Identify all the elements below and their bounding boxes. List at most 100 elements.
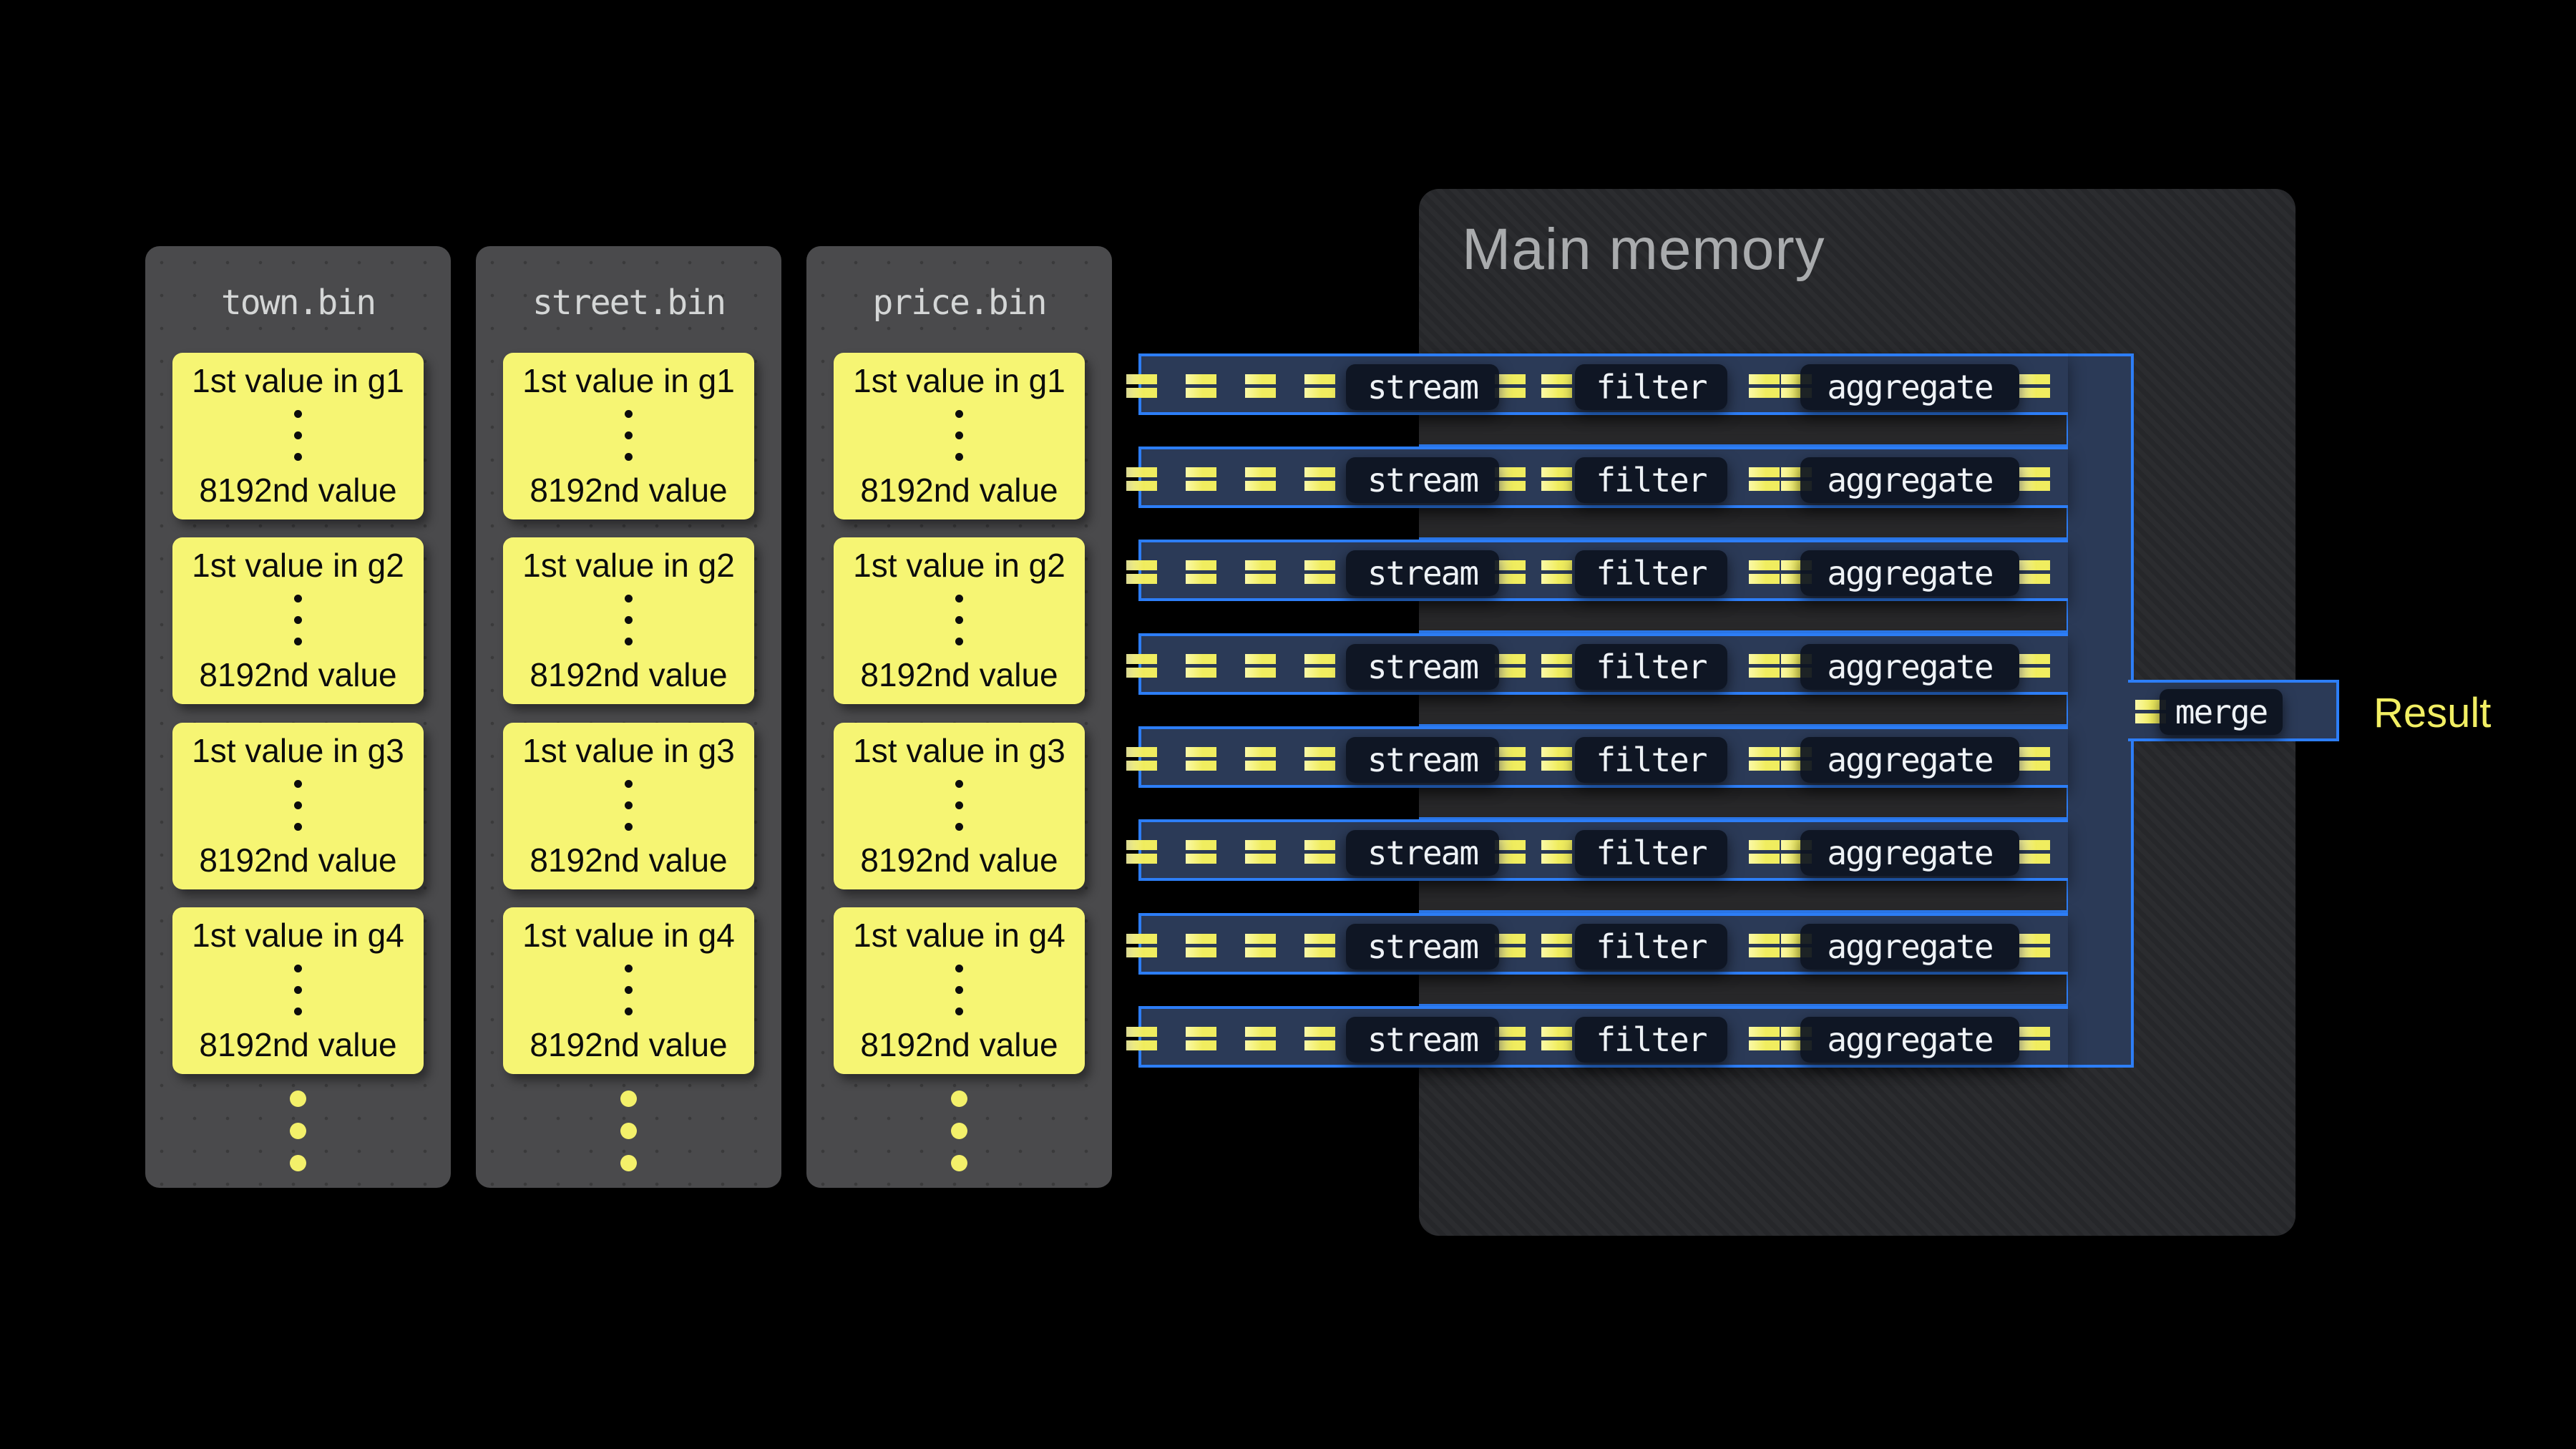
- stage-box-stream: stream: [1346, 924, 1499, 970]
- stage-box-filter: filter: [1575, 457, 1727, 503]
- chunk-buffer-strip: [1419, 692, 2069, 727]
- stage-box-stream: stream: [1346, 457, 1499, 503]
- data-flow-dashes-icon: [1245, 467, 1276, 491]
- pipeline-lane: stream filter aggregate: [1138, 726, 2068, 788]
- chunk-buffer-strip: [1419, 785, 2069, 820]
- pipeline-lane: stream filter aggregate: [1138, 447, 2068, 508]
- vertical-ellipsis-icon: [955, 965, 963, 1015]
- data-flow-dashes-icon: [2019, 840, 2050, 864]
- stage-box-stream: stream: [1346, 737, 1499, 783]
- data-flow-dashes-icon: [1541, 374, 1572, 398]
- block-last-value-label: 8192nd value: [860, 471, 1058, 509]
- pipeline-lane: stream filter aggregate: [1138, 540, 2068, 601]
- data-flow-dashes-icon: [1749, 560, 1780, 584]
- data-flow-dashes-icon: [1541, 560, 1572, 584]
- vertical-ellipsis-icon: [294, 780, 302, 831]
- data-flow-dashes-icon: [1304, 934, 1335, 957]
- merge-collector: [2068, 353, 2134, 1068]
- value-group-block: 1st value in g2 8192nd value: [834, 537, 1085, 704]
- data-flow-dashes-icon: [1126, 934, 1157, 957]
- file-name-label: price.bin: [806, 246, 1112, 353]
- vertical-ellipsis-icon: [625, 595, 633, 645]
- chunk-buffer-strip: [1419, 412, 2069, 447]
- value-group-block: 1st value in g2 8192nd value: [172, 537, 424, 704]
- stage-box-stream: stream: [1346, 1017, 1499, 1063]
- data-flow-dashes-icon: [1495, 467, 1526, 491]
- file-panel-town: town.bin 1st value in g1 8192nd value 1s…: [145, 246, 451, 1188]
- block-last-value-label: 8192nd value: [530, 471, 727, 509]
- block-last-value-label: 8192nd value: [860, 1025, 1058, 1064]
- data-flow-dashes-icon: [1126, 840, 1157, 864]
- data-flow-dashes-icon: [1749, 654, 1780, 678]
- block-last-value-label: 8192nd value: [860, 655, 1058, 694]
- data-flow-dashes-icon: [1126, 1027, 1157, 1050]
- data-flow-dashes-icon: [1304, 654, 1335, 678]
- value-group-block: 1st value in g4 8192nd value: [834, 907, 1085, 1074]
- block-first-value-label: 1st value in g4: [522, 916, 735, 955]
- value-group-block: 1st value in g3 8192nd value: [834, 723, 1085, 889]
- data-flow-dashes-icon: [1304, 840, 1335, 864]
- block-first-value-label: 1st value in g2: [192, 546, 404, 585]
- data-flow-dashes-icon: [1495, 374, 1526, 398]
- data-flow-dashes-icon: [1749, 934, 1780, 957]
- data-flow-dashes-icon: [1245, 560, 1276, 584]
- pipeline-lane: stream filter aggregate: [1138, 913, 2068, 975]
- chunk-buffer-strip: [1419, 505, 2069, 540]
- stage-box-stream: stream: [1346, 830, 1499, 876]
- file-panel-price: price.bin 1st value in g1 8192nd value 1…: [806, 246, 1112, 1188]
- data-flow-dashes-icon: [1126, 374, 1157, 398]
- file-name-label: town.bin: [145, 246, 451, 353]
- stage-box-aggregate: aggregate: [1800, 924, 2019, 970]
- stage-box-aggregate: aggregate: [1800, 364, 2019, 410]
- data-flow-dashes-icon: [1749, 747, 1780, 771]
- data-flow-dashes-icon: [1495, 747, 1526, 771]
- data-flow-dashes-icon: [1186, 1027, 1216, 1050]
- block-first-value-label: 1st value in g2: [522, 546, 735, 585]
- data-flow-dashes-icon: [1245, 374, 1276, 398]
- data-flow-dashes-icon: [2019, 467, 2050, 491]
- block-last-value-label: 8192nd value: [530, 655, 727, 694]
- data-flow-dashes-icon: [1186, 374, 1216, 398]
- data-flow-dashes-icon: [1245, 1027, 1276, 1050]
- block-first-value-label: 1st value in g2: [853, 546, 1065, 585]
- block-first-value-label: 1st value in g4: [853, 916, 1065, 955]
- stage-box-aggregate: aggregate: [1800, 644, 2019, 690]
- vertical-ellipsis-icon: [625, 780, 633, 831]
- value-group-block: 1st value in g4 8192nd value: [172, 907, 424, 1074]
- stage-box-aggregate: aggregate: [1800, 830, 2019, 876]
- data-flow-dashes-icon: [1186, 560, 1216, 584]
- chunk-buffer-strip: [1419, 878, 2069, 913]
- vertical-ellipsis-icon: [955, 595, 963, 645]
- data-flow-dashes-icon: [1126, 747, 1157, 771]
- vertical-ellipsis-icon: [955, 780, 963, 831]
- data-flow-dashes-icon: [1245, 747, 1276, 771]
- data-flow-dashes-icon: [1495, 840, 1526, 864]
- stage-box-stream: stream: [1346, 364, 1499, 410]
- block-last-value-label: 8192nd value: [530, 841, 727, 879]
- stage-box-filter: filter: [1575, 737, 1727, 783]
- data-flow-dashes-icon: [1186, 654, 1216, 678]
- pipeline-lane: stream filter aggregate: [1138, 353, 2068, 415]
- block-first-value-label: 1st value in g3: [192, 731, 404, 770]
- data-flow-dashes-icon: [1245, 934, 1276, 957]
- vertical-ellipsis-icon: [294, 410, 302, 461]
- file-panel-street: street.bin 1st value in g1 8192nd value …: [476, 246, 781, 1188]
- block-last-value-label: 8192nd value: [530, 1025, 727, 1064]
- block-last-value-label: 8192nd value: [199, 471, 396, 509]
- data-flow-dashes-icon: [1304, 1027, 1335, 1050]
- data-flow-dashes-icon: [1749, 840, 1780, 864]
- data-flow-dashes-icon: [1541, 654, 1572, 678]
- block-last-value-label: 8192nd value: [199, 1025, 396, 1064]
- result-label: Result: [2373, 688, 2491, 738]
- data-flow-dashes-icon: [1126, 654, 1157, 678]
- stage-box-aggregate: aggregate: [1800, 550, 2019, 596]
- data-flow-dashes-icon: [1495, 560, 1526, 584]
- stage-box-filter: filter: [1575, 550, 1727, 596]
- data-flow-dashes-icon: [1126, 467, 1157, 491]
- data-flow-dashes-icon: [1304, 374, 1335, 398]
- stage-box-filter: filter: [1575, 644, 1727, 690]
- stage-box-aggregate: aggregate: [1800, 737, 2019, 783]
- value-group-block: 1st value in g3 8192nd value: [503, 723, 754, 889]
- vertical-ellipsis-icon: [294, 965, 302, 1015]
- data-flow-dashes-icon: [1186, 840, 1216, 864]
